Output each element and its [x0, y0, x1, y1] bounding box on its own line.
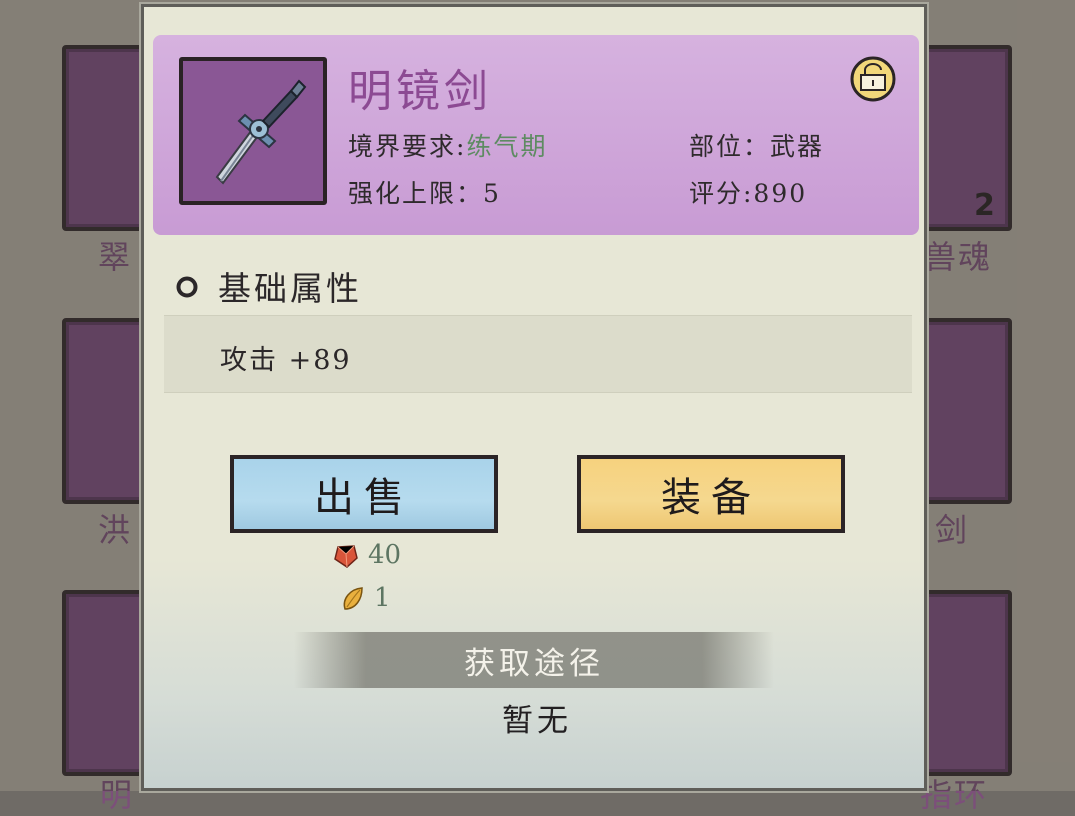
item-detail-dialog: 明镜剑 境界要求:练气期 部位：武器 强化上限：5 评分:890 基础属性 攻击… [141, 4, 927, 791]
attack-stat: 攻击 +89 [220, 345, 352, 376]
equip-slot: 部位：武器 [689, 132, 825, 161]
sell-button[interactable]: 出售 [230, 455, 498, 533]
lock-icon[interactable] [849, 55, 897, 103]
sell-reward-gold: 1 [340, 583, 391, 613]
acquisition-value: 暂无 [502, 703, 572, 739]
item-header: 明镜剑 境界要求:练气期 部位：武器 强化上限：5 评分:890 [153, 35, 919, 235]
realm-value: 练气期 [466, 132, 548, 161]
gold-leaf-icon [343, 587, 363, 610]
sword-icon [215, 79, 307, 185]
item-score: 评分:890 [689, 179, 808, 208]
red-gem-icon [334, 545, 358, 568]
equip-button[interactable]: 装备 [577, 455, 845, 533]
bullet-ring-icon [176, 276, 198, 298]
enhance-limit: 强化上限：5 [348, 179, 501, 208]
realm-requirement: 境界要求:练气期 [348, 127, 547, 163]
realm-label: 境界要求: [348, 132, 467, 161]
attributes-panel: 攻击 +89 [164, 315, 912, 393]
item-name: 明镜剑 [348, 66, 492, 117]
base-attributes-title: 基础属性 [218, 269, 362, 308]
sell-reward-gem: 40 [332, 540, 401, 570]
gem-amount: 40 [368, 540, 402, 570]
item-icon-frame [179, 57, 327, 205]
gold-amount: 1 [374, 583, 391, 613]
acquisition-title: 获取途径 [294, 632, 774, 688]
